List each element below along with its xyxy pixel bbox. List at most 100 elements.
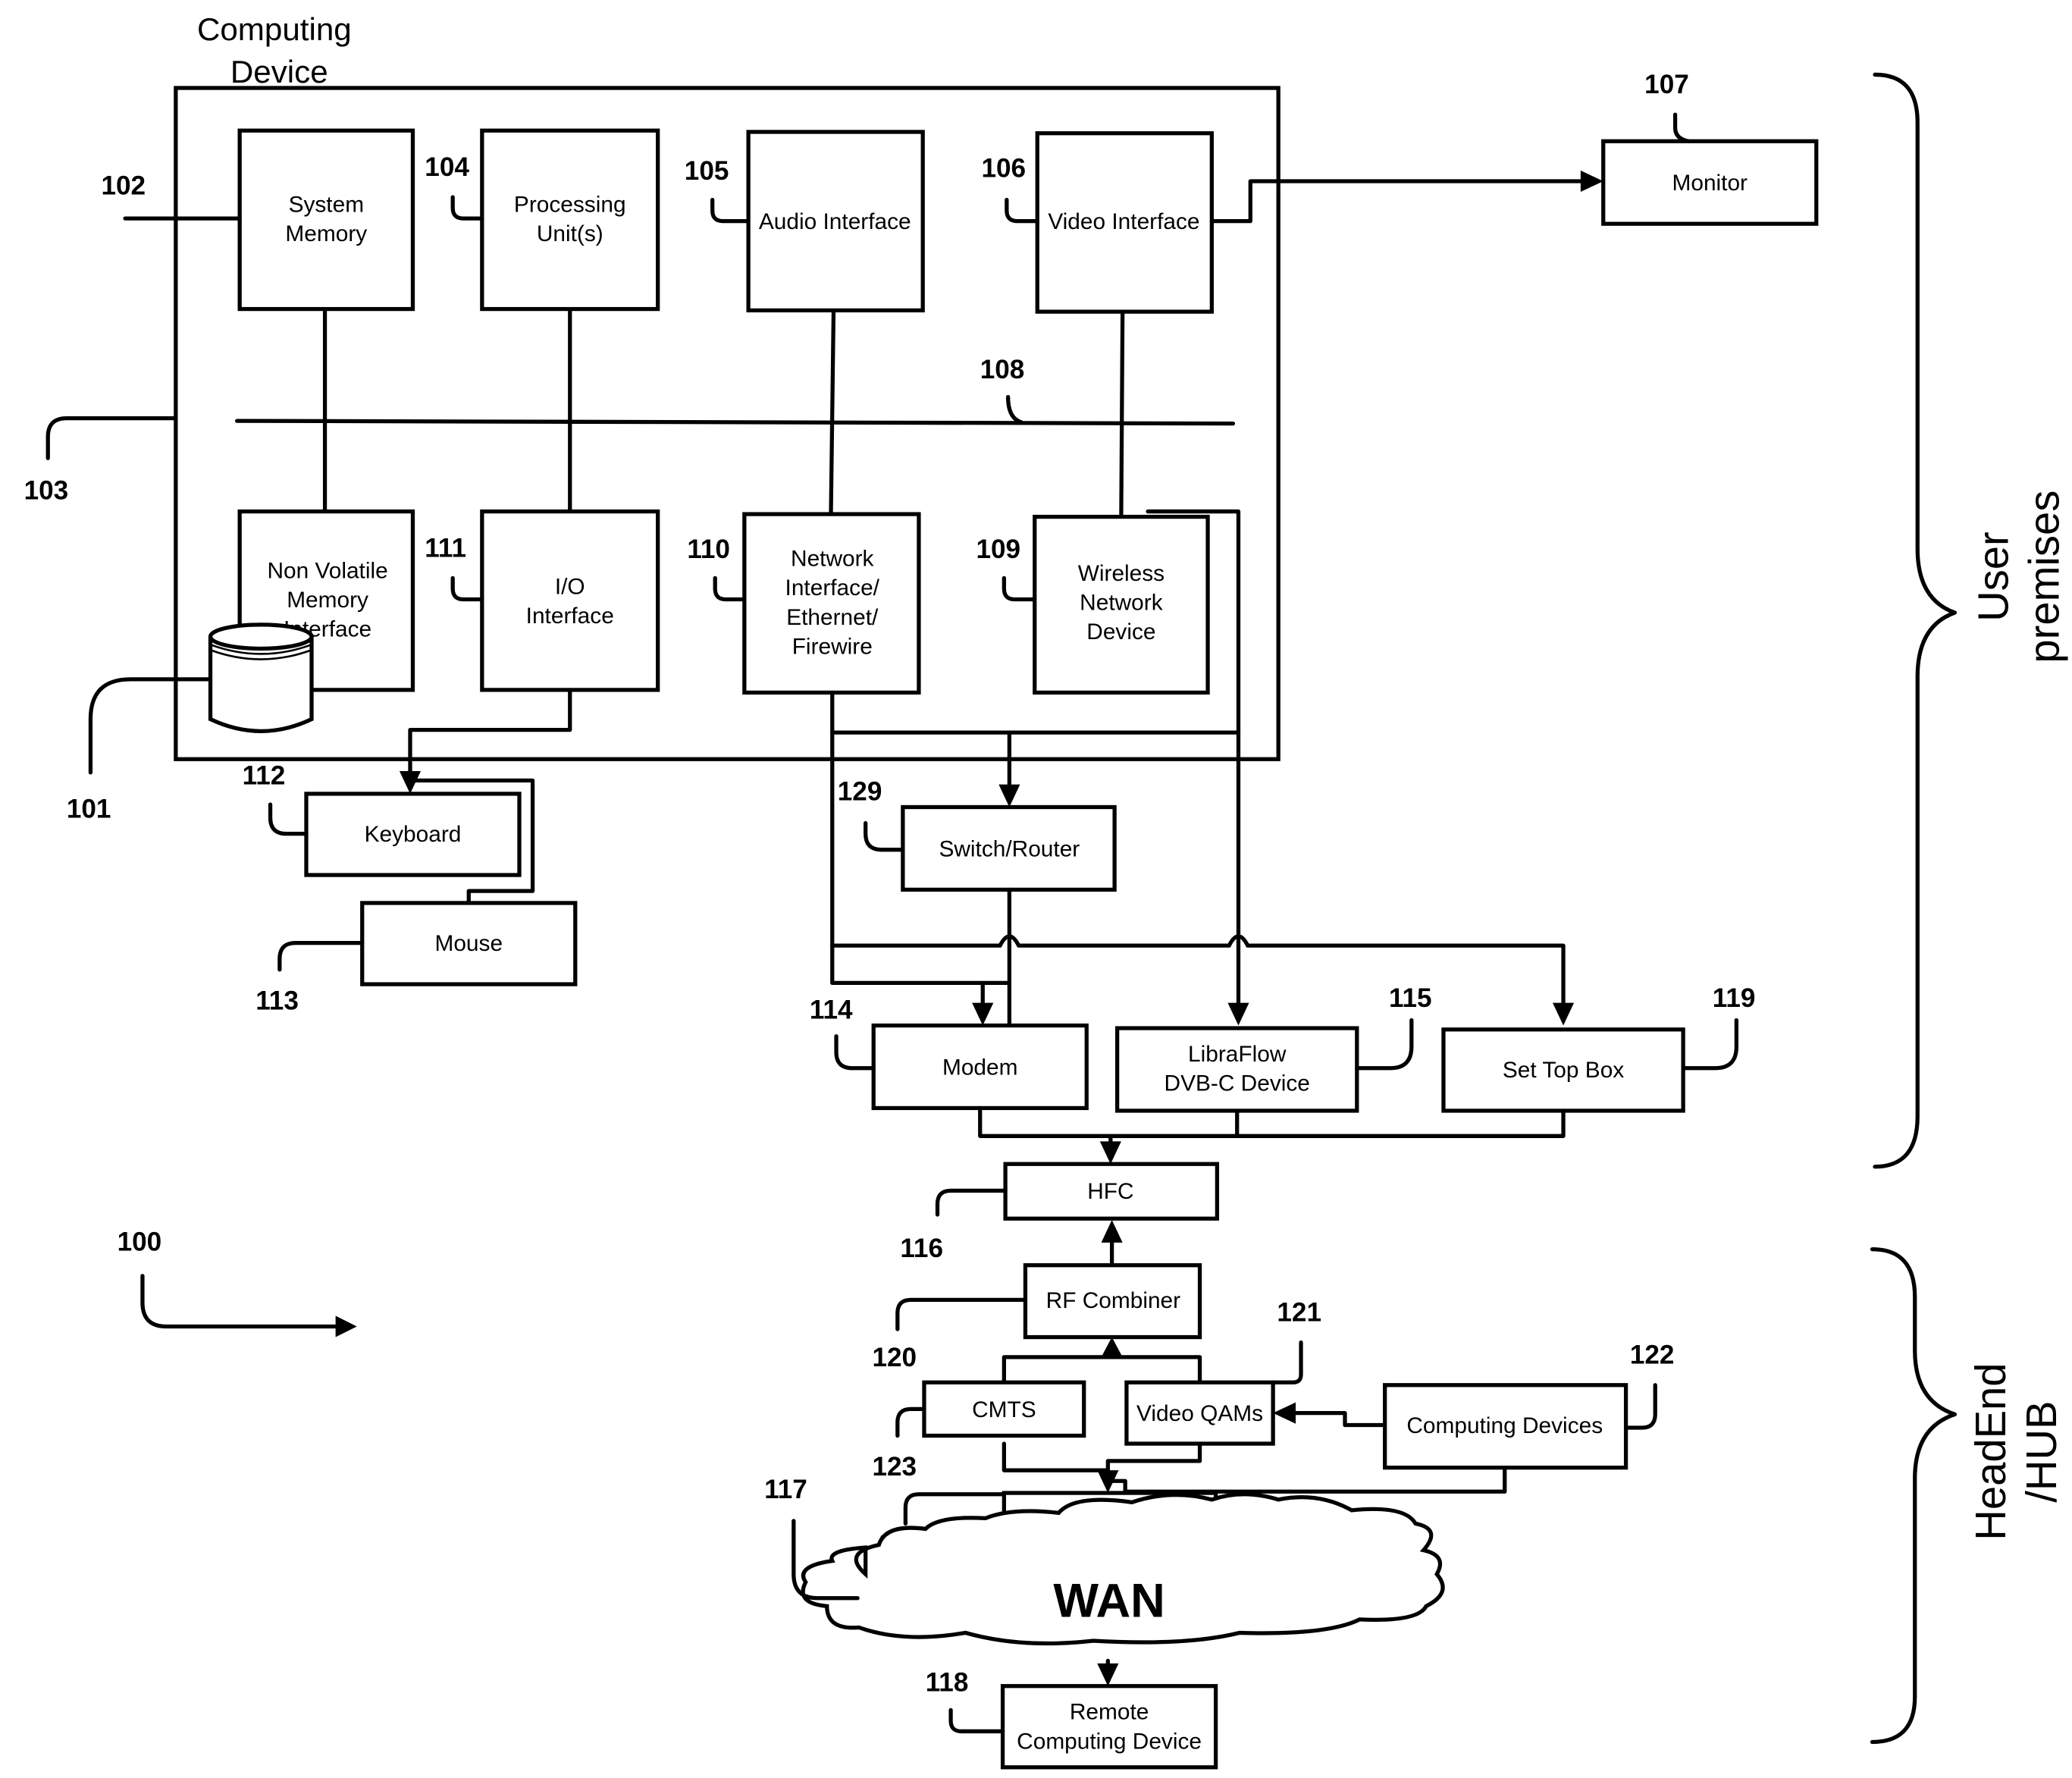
container-title-line2: Device xyxy=(230,54,328,89)
hfc-block[interactable]: HFC xyxy=(1003,1162,1220,1221)
computing-devices-block[interactable]: Computing Devices xyxy=(1383,1383,1628,1470)
rf-combiner-label: RF Combiner xyxy=(1046,1288,1181,1313)
storage-disk-icon xyxy=(208,622,314,733)
modem-label: Modem xyxy=(942,1055,1018,1080)
figure-ref-arrow-line xyxy=(140,1274,340,1329)
user-premises-label: User premises xyxy=(1970,491,2068,663)
ref-110: 110 xyxy=(687,535,730,564)
net-label-1: Network xyxy=(791,547,874,572)
leader-106 xyxy=(1005,197,1039,224)
system-memory-label-2: Memory xyxy=(285,221,367,246)
ref-107: 107 xyxy=(1644,70,1689,99)
ref-129: 129 xyxy=(838,777,882,807)
leader-129 xyxy=(864,820,905,852)
libraflow-label-1: LibraFlow xyxy=(1188,1042,1287,1067)
net-label-3: Ethernet/ xyxy=(786,605,879,630)
computing-devices-label: Computing Devices xyxy=(1406,1413,1603,1438)
leader-116 xyxy=(935,1188,1008,1217)
ref-123: 123 xyxy=(872,1452,917,1482)
link-compdev-switch xyxy=(1105,1466,1507,1494)
keyboard-block[interactable]: Keyboard xyxy=(304,792,522,877)
ref-108: 108 xyxy=(980,355,1025,384)
system-memory-label-1: System xyxy=(289,192,364,217)
link-video-wireless xyxy=(1119,308,1125,516)
leader-105 xyxy=(710,197,751,224)
ref-111: 111 xyxy=(425,533,466,563)
leader-112 xyxy=(268,802,309,836)
switch-router-label: Switch/Router xyxy=(939,836,1080,861)
libraflow-label-2: DVB-C Device xyxy=(1165,1071,1310,1096)
wan-cloud[interactable]: WAN xyxy=(801,1492,1445,1646)
leader-121 xyxy=(1271,1340,1303,1384)
ref-100: 100 xyxy=(118,1227,162,1256)
remote-device-block[interactable]: Remote Computing Device xyxy=(1000,1684,1218,1770)
switch-router-block[interactable]: Switch/Router xyxy=(901,804,1117,892)
leader-111 xyxy=(450,575,484,602)
arrow-to-settop xyxy=(1552,1002,1575,1026)
wireless-device-block[interactable]: Wireless Network Device xyxy=(1033,514,1210,695)
leader-104 xyxy=(450,195,484,221)
headend-line1: HeadEnd xyxy=(1967,1363,2014,1540)
cmts-block[interactable]: CMTS xyxy=(922,1380,1086,1438)
net-label-2: Interface/ xyxy=(785,575,880,601)
mouse-label: Mouse xyxy=(434,931,503,956)
arrow-to-hfc xyxy=(1099,1141,1121,1165)
leader-115 xyxy=(1355,1018,1414,1071)
link-video-monitor xyxy=(1209,179,1586,224)
wireless-label-2: Network xyxy=(1080,591,1163,616)
arrow-rf-to-hfc xyxy=(1101,1219,1123,1243)
remote-label-1: Remote xyxy=(1070,1700,1149,1725)
ref-113: 113 xyxy=(255,986,299,1015)
processing-unit-block[interactable]: Processing Unit(s) xyxy=(480,128,660,312)
network-interface-block[interactable]: Network Interface/ Ethernet/ Firewire xyxy=(742,512,921,695)
link-cmts-qams-rf xyxy=(1002,1355,1202,1384)
rf-combiner-block[interactable]: RF Combiner xyxy=(1023,1263,1202,1340)
set-top-box-block[interactable]: Set Top Box xyxy=(1441,1027,1685,1113)
monitor-label: Monitor xyxy=(1672,171,1748,196)
audio-interface-block[interactable]: Audio Interface xyxy=(746,130,925,312)
arrow-to-remote xyxy=(1097,1663,1119,1686)
ref-114: 114 xyxy=(810,996,853,1025)
ref-109: 109 xyxy=(976,535,1020,564)
leader-110 xyxy=(713,575,747,602)
ref-105: 105 xyxy=(685,156,729,186)
video-interface-block[interactable]: Video Interface xyxy=(1035,131,1214,314)
hfc-label: HFC xyxy=(1087,1179,1133,1204)
ref-106: 106 xyxy=(981,154,1026,183)
arrow-to-modem xyxy=(972,1002,994,1026)
monitor-block[interactable]: Monitor xyxy=(1601,139,1819,226)
cmts-label: CMTS xyxy=(972,1397,1036,1422)
libraflow-device-block[interactable]: LibraFlow DVB-C Device xyxy=(1115,1026,1359,1113)
leader-114 xyxy=(834,1033,876,1071)
wan-label: WAN xyxy=(1053,1574,1165,1627)
link-to-modem-loop xyxy=(830,943,1012,985)
audio-interface-label: Audio Interface xyxy=(759,209,911,234)
link-distribution xyxy=(830,934,1566,1009)
arrow-to-router xyxy=(998,784,1020,807)
ref-121: 121 xyxy=(1277,1297,1321,1327)
ref-112: 112 xyxy=(243,761,286,791)
ref-118: 118 xyxy=(926,1668,969,1698)
arrow-to-qams xyxy=(1273,1402,1296,1424)
set-top-box-label: Set Top Box xyxy=(1503,1058,1624,1083)
leader-103 xyxy=(45,415,178,460)
leader-113 xyxy=(277,941,365,972)
link-compdev-qams xyxy=(1290,1411,1387,1428)
user-premises-line1: User xyxy=(1970,532,2017,622)
video-interface-label: Video Interface xyxy=(1048,209,1199,234)
headend-brace xyxy=(1870,1246,1958,1745)
video-qams-block[interactable]: Video QAMs xyxy=(1124,1380,1275,1446)
nvm-label-2: Memory xyxy=(287,588,368,613)
link-audio-net xyxy=(829,306,836,516)
link-io-keyboard xyxy=(408,688,572,779)
container-title-line1: Computing xyxy=(197,11,352,47)
mouse-block[interactable]: Mouse xyxy=(360,901,578,986)
io-interface-block[interactable]: I/O Interface xyxy=(480,509,660,692)
nvm-label-1: Non Volatile xyxy=(267,558,387,583)
system-memory-block[interactable]: System Memory xyxy=(237,128,415,312)
leader-123 xyxy=(895,1406,926,1438)
ref-103: 103 xyxy=(24,476,69,506)
modem-block[interactable]: Modem xyxy=(871,1023,1089,1111)
user-premises-brace xyxy=(1873,72,1958,1169)
wireless-label-1: Wireless xyxy=(1078,561,1165,586)
